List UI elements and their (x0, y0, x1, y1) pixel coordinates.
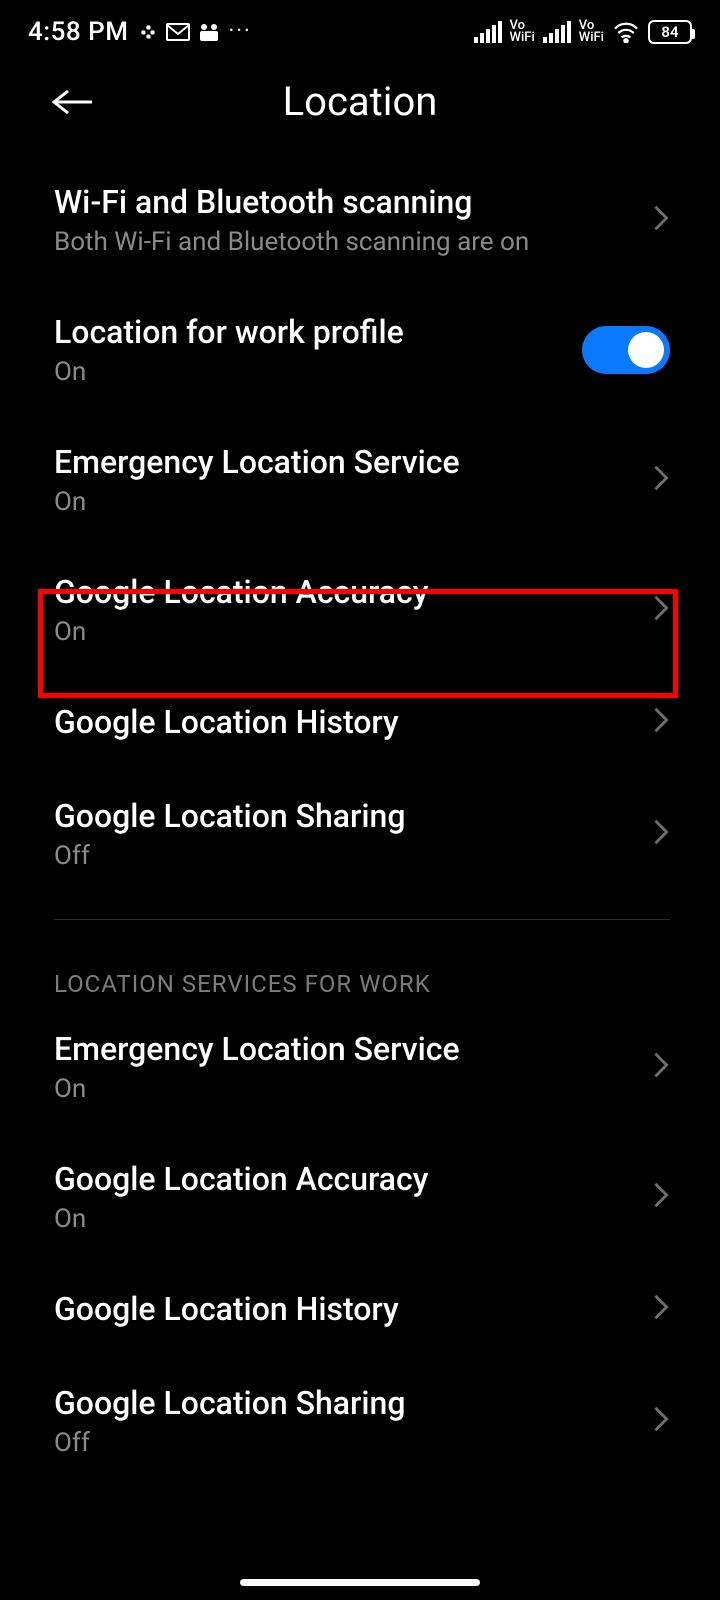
item-title: Emergency Location Service (54, 1030, 652, 1068)
item-google-location-accuracy[interactable]: Google Location Accuracy On (0, 545, 720, 675)
item-title: Emergency Location Service (54, 443, 652, 481)
item-wifi-bt-scanning[interactable]: Wi-Fi and Bluetooth scanning Both Wi-Fi … (0, 155, 720, 285)
item-work-google-location-sharing[interactable]: Google Location Sharing Off (0, 1356, 720, 1486)
item-sub: On (54, 487, 652, 517)
item-sub: Off (54, 841, 652, 871)
settings-list: Wi-Fi and Bluetooth scanning Both Wi-Fi … (0, 155, 720, 1486)
item-title: Location for work profile (54, 313, 582, 351)
item-emergency-location-service[interactable]: Emergency Location Service On (0, 415, 720, 545)
item-work-google-location-history[interactable]: Google Location History (0, 1262, 720, 1356)
home-indicator[interactable] (240, 1579, 480, 1586)
item-google-location-history[interactable]: Google Location History (0, 675, 720, 769)
status-bar: 4:58 PM ··· VoWiFi VoWiFi 84 (0, 0, 720, 58)
more-notifications-icon: ··· (228, 21, 251, 43)
item-sub: Off (54, 1428, 652, 1458)
item-work-google-location-accuracy[interactable]: Google Location Accuracy On (0, 1132, 720, 1262)
signal-bars-2-icon (543, 21, 571, 43)
chevron-right-icon (652, 1051, 670, 1083)
item-title: Google Location Accuracy (54, 573, 652, 611)
status-left: 4:58 PM ··· (28, 17, 252, 47)
item-sub: Both Wi-Fi and Bluetooth scanning are on (54, 227, 652, 257)
item-sub: On (54, 1204, 652, 1234)
item-title: Wi-Fi and Bluetooth scanning (54, 183, 652, 221)
section-header-work: LOCATION SERVICES FOR WORK (0, 930, 720, 1002)
teams-icon (198, 22, 220, 42)
chevron-right-icon (652, 1181, 670, 1213)
wifi-icon (612, 21, 640, 43)
battery-icon: 84 (648, 20, 692, 44)
gmail-icon (166, 23, 190, 41)
chevron-right-icon (652, 1293, 670, 1325)
status-time: 4:58 PM (28, 17, 128, 47)
status-notification-icons: ··· (138, 21, 251, 43)
toggle-location-work-profile[interactable] (582, 326, 670, 374)
status-right: VoWiFi VoWiFi 84 (474, 20, 692, 44)
vowifi-2-icon: VoWiFi (579, 20, 604, 43)
item-title: Google Location Sharing (54, 797, 652, 835)
item-location-work-profile[interactable]: Location for work profile On (0, 285, 720, 415)
item-sub: On (54, 1074, 652, 1104)
vowifi-1-icon: VoWiFi (510, 20, 535, 43)
item-title: Google Location Accuracy (54, 1160, 652, 1198)
divider (54, 919, 670, 920)
chevron-right-icon (652, 706, 670, 738)
chevron-right-icon (652, 204, 670, 236)
chevron-right-icon (652, 464, 670, 496)
title-bar: Location (0, 58, 720, 155)
chevron-right-icon (652, 1405, 670, 1437)
item-title: Google Location History (54, 1290, 652, 1328)
item-title: Google Location Sharing (54, 1384, 652, 1422)
slack-icon (138, 22, 158, 42)
page-title: Location (50, 78, 670, 125)
chevron-right-icon (652, 594, 670, 626)
battery-level: 84 (661, 23, 678, 41)
item-title: Google Location History (54, 703, 652, 741)
item-sub: On (54, 617, 652, 647)
signal-bars-1-icon (474, 21, 502, 43)
item-sub: On (54, 357, 582, 387)
item-google-location-sharing[interactable]: Google Location Sharing Off (0, 769, 720, 899)
item-work-emergency-location-service[interactable]: Emergency Location Service On (0, 1002, 720, 1132)
chevron-right-icon (652, 818, 670, 850)
